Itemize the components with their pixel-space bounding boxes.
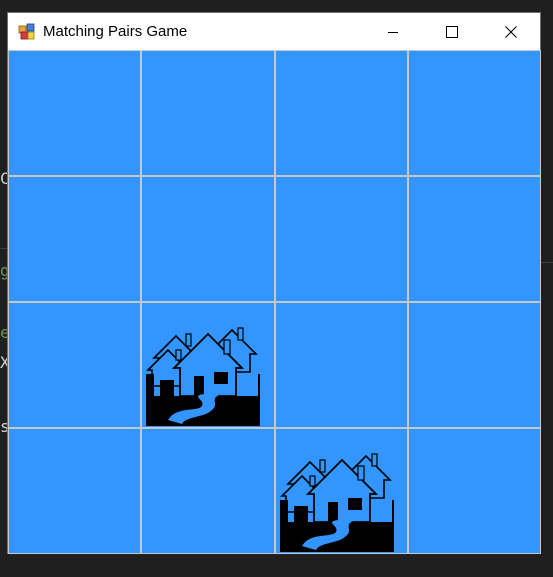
tile-r3-c2[interactable] — [141, 302, 275, 428]
maximize-button[interactable] — [422, 13, 481, 50]
background-divider — [541, 262, 553, 263]
window-title: Matching Pairs Game — [43, 23, 188, 40]
minimize-button[interactable] — [363, 13, 422, 50]
tile-r4-c4[interactable] — [407, 428, 542, 554]
village-icon — [146, 327, 261, 426]
tile-r4-c3[interactable] — [274, 428, 408, 554]
background-divider — [0, 248, 7, 249]
title-bar[interactable]: Matching Pairs Game — [8, 13, 540, 50]
close-button[interactable] — [481, 13, 540, 50]
close-icon — [504, 25, 517, 38]
tile-r4-c1[interactable] — [7, 428, 142, 554]
tile-r3-c3[interactable] — [274, 302, 408, 428]
tile-r2-c4[interactable] — [407, 176, 542, 302]
tile-r3-c4[interactable] — [407, 302, 542, 428]
tile-r2-c3[interactable] — [274, 176, 408, 302]
minimize-icon — [387, 31, 398, 33]
maximize-icon — [445, 25, 458, 38]
app-icon — [18, 23, 35, 39]
tile-r3-c1[interactable] — [7, 302, 142, 428]
game-board — [7, 50, 542, 554]
tile-r1-c2[interactable] — [141, 50, 275, 176]
tile-r4-c2[interactable] — [141, 428, 275, 554]
tile-r1-c3[interactable] — [274, 50, 408, 176]
game-window: Matching Pairs Game — [7, 12, 542, 554]
tile-r1-c1[interactable] — [7, 50, 142, 176]
tile-r2-c2[interactable] — [141, 176, 275, 302]
village-icon — [279, 453, 394, 552]
tile-r2-c1[interactable] — [7, 176, 142, 302]
tile-r1-c4[interactable] — [407, 50, 542, 176]
